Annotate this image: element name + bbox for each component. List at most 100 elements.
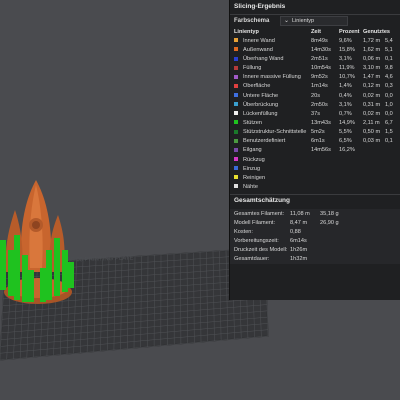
line-type-used: 2,11 m [363,119,380,126]
line-type-time [311,182,339,191]
color-scheme-dropdown[interactable]: ⌄ Linientyp [280,16,348,26]
table-row[interactable]: Außenwand 14m30s 15,8% 1,62 m 5,1 [230,45,400,54]
table-row[interactable]: Nähte [230,182,400,191]
support-column [22,255,28,302]
line-type-name: Untere Fläche [243,92,279,99]
line-type-name: Außenwand [243,46,273,53]
color-scheme-label: Farbschema [234,18,270,24]
estimate-label: Gesamtes Filament: [234,211,285,218]
estimate-value: 8,47 m [290,220,308,227]
line-type-used: 1,72 m [363,37,381,44]
line-type-used-extra: 4,6 [385,74,393,81]
line-type-used: 0,12 m [363,83,381,90]
table-row[interactable]: Stützen 13m43s 14,9% 2,11 m 6,7 [230,118,400,127]
support-column [54,238,60,296]
estimate-label: Kosten: [234,229,253,236]
line-type-used [363,173,385,182]
line-type-time [311,155,339,164]
color-swatch[interactable] [234,47,238,52]
line-type-used-extra [385,164,400,173]
color-swatch[interactable] [234,93,238,98]
line-type-used: 0,50 m [363,129,381,136]
line-type-time: 20s [311,92,321,99]
color-swatch[interactable] [234,175,238,180]
estimate-value-2: 26,90 g [320,220,339,227]
table-row[interactable]: Füllung 10m54s 11,9% 3,10 m 9,8 [230,64,400,73]
table-row[interactable]: Innere Wand 8m49s 9,6% 1,72 m 5,4 [230,36,400,45]
color-swatch[interactable] [234,65,238,70]
table-row[interactable]: Benutzerdefiniert 6m1s 6,5% 0,03 m 0,1 [230,137,400,146]
estimate-label: Vorbereitungszeit: [234,238,279,245]
line-type-time: 2m51s [311,55,328,62]
table-row[interactable]: Einzug [230,164,400,173]
estimate-label: Gesamtdauer: [234,256,270,263]
estimate-row: Gesamtes Filament: 11,08 m 35,18 g [230,210,400,219]
header-line-type: Linientyp [234,28,259,35]
line-type-used-extra: 9,8 [385,65,393,72]
estimate-row: Kosten: 0,88 [230,228,400,237]
color-swatch[interactable] [234,74,238,79]
color-swatch[interactable] [234,147,238,152]
color-swatch[interactable] [234,129,238,134]
color-swatch[interactable] [234,56,238,61]
line-type-time: 13m43s [311,119,331,126]
line-type-used [363,182,385,191]
line-type-used-extra: 1,0 [385,101,393,108]
chevron-down-icon: ⌄ [284,18,290,24]
color-scheme-value: Linientyp [292,18,315,24]
table-row[interactable]: Lückenfüllung 37s 0,7% 0,02 m 0,0 [230,109,400,118]
line-type-percent [339,182,363,191]
line-type-used-extra [385,146,400,155]
color-swatch[interactable] [234,83,238,88]
line-type-name: Überhang Wand [243,55,284,62]
line-type-percent: 14,9% [339,119,355,126]
line-type-name: Rückzug [243,156,265,163]
estimate-value-2 [320,237,400,246]
estimate-value-2 [320,228,400,237]
color-swatch[interactable] [234,184,238,189]
table-row[interactable]: Überbrückung 2m50s 3,1% 0,31 m 1,0 [230,100,400,109]
table-row[interactable]: Rückzug [230,155,400,164]
color-swatch[interactable] [234,138,238,143]
line-type-percent: 10,7% [339,74,355,81]
line-type-used: 0,02 m [363,92,381,99]
color-swatch[interactable] [234,120,238,125]
table-row[interactable]: Eilgang 14m56s 16,2% [230,146,400,155]
support-column [0,240,6,290]
line-type-percent: 11,9% [339,65,355,72]
color-swatch[interactable] [234,157,238,162]
color-swatch[interactable] [234,111,238,116]
line-type-used [363,164,385,173]
support-column [8,250,14,296]
estimate-value-2 [320,246,400,255]
estimate-value-2 [320,255,400,264]
line-type-used-extra [385,173,400,182]
line-type-used-extra: 0,0 [385,110,393,117]
estimate-value: 6m14s [290,238,307,245]
support-column [40,268,46,302]
table-row[interactable]: Reinigen [230,173,400,182]
line-type-used-extra: 5,4 [385,37,393,44]
estimate-row: Druckzeit des Modell: 1h26m [230,246,400,255]
estimate-row: Gesamtdauer: 1h32m [230,255,400,264]
line-type-time: 2m50s [311,101,328,108]
line-type-used-extra [385,155,400,164]
header-used: Genutztes [363,28,391,35]
color-swatch[interactable] [234,38,238,43]
line-type-percent [339,173,363,182]
support-column [68,262,74,288]
line-type-time: 14m56s [311,147,331,154]
table-row[interactable]: Innere massive Füllung 9m52s 10,7% 1,47 m 4,… [230,73,400,82]
estimate-value-2: 35,18 g [320,211,339,218]
color-swatch[interactable] [234,102,238,107]
table-row[interactable]: Oberfläche 1m14s 1,4% 0,12 m 0,3 [230,82,400,91]
line-type-percent: 5,5% [339,129,352,136]
table-row[interactable]: Stützstruktur-Schnittstelle 5m2s 5,5% 0,50 … [230,128,400,137]
table-row[interactable]: Überhang Wand 2m51s 3,1% 0,06 m 0,1 [230,54,400,63]
line-type-time [311,173,339,182]
line-type-time: 9m52s [311,74,328,81]
table-row[interactable]: Untere Fläche 20s 0,4% 0,02 m 0,0 [230,91,400,100]
color-swatch[interactable] [234,166,238,171]
line-type-name: Innere Wand [243,37,275,44]
line-type-percent: 9,6% [339,37,352,44]
